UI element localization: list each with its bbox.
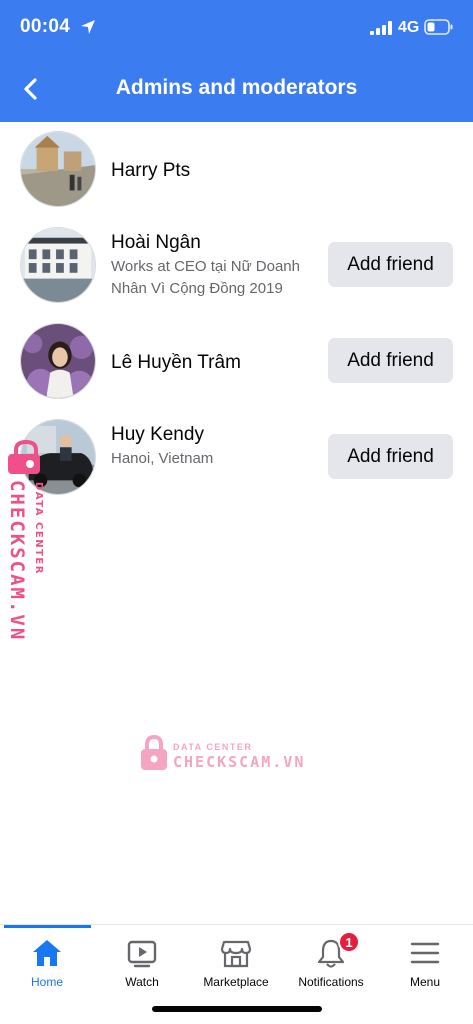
battery-icon (424, 19, 453, 35)
member-subtitle: Hanoi, Vietnam (111, 450, 214, 467)
nav-bar: Admins and moderators (0, 58, 473, 122)
add-friend-button[interactable]: Add friend (328, 338, 453, 383)
status-bar: 00:04 4G (0, 0, 473, 58)
tab-home[interactable]: Home (0, 925, 94, 995)
member-name[interactable]: Huy Kendy (111, 424, 204, 446)
watermark-vertical: CHECKSCAM.VN DATA CENTER (4, 440, 50, 642)
tab-marketplace[interactable]: Marketplace (189, 925, 283, 995)
member-name[interactable]: Hoài Ngân (111, 232, 201, 254)
menu-icon (410, 942, 440, 964)
member-name[interactable]: Harry Pts (111, 160, 190, 182)
home-icon (33, 940, 61, 966)
add-friend-button[interactable]: Add friend (328, 434, 453, 479)
add-friend-button[interactable]: Add friend (328, 242, 453, 287)
watermark-center: DATA CENTER CHECKSCAM.VN (140, 733, 310, 773)
home-indicator[interactable] (152, 1006, 322, 1012)
tab-label: Notifications (298, 975, 364, 989)
watermark-brand: CHECKSCAM.VN (6, 480, 28, 642)
tab-watch[interactable]: Watch (95, 925, 189, 995)
avatar[interactable] (20, 131, 96, 207)
member-subtitle: Works at CEO tại Nữ Doanh Nhân Vì Cộng Đ… (111, 258, 300, 297)
watermark-tag: DATA CENTER (173, 742, 253, 752)
list-item[interactable]: Lê Huyền Trâm Add friend (0, 314, 473, 410)
lock-icon (141, 735, 167, 770)
location-arrow-icon (81, 20, 95, 34)
list-item[interactable]: Huy Kendy Hanoi, Vietnam Add friend (0, 410, 473, 506)
tab-label: Home (30, 975, 63, 989)
status-time: 00:04 (20, 16, 71, 37)
watermark-brand: CHECKSCAM.VN (173, 753, 306, 771)
avatar-photo (21, 228, 95, 302)
watch-icon (127, 940, 157, 968)
header: 00:04 4G Admins and moderators (0, 0, 473, 122)
member-name[interactable]: Lê Huyền Trâm (111, 352, 241, 374)
tab-label: Watch (125, 975, 159, 989)
marketplace-icon (220, 940, 252, 968)
avatar[interactable] (20, 227, 96, 303)
avatar-photo (21, 324, 95, 398)
tab-menu[interactable]: Menu (378, 925, 472, 995)
avatar-photo (21, 132, 95, 206)
list-item[interactable]: Hoài Ngân Works at CEO tại Nữ Doanh Nhân… (0, 218, 473, 314)
page-title: Admins and moderators (115, 76, 358, 99)
watermark-tag: DATA CENTER (33, 482, 44, 575)
notification-badge: 1 (338, 931, 360, 953)
lock-icon (8, 440, 40, 474)
network-label: 4G (398, 19, 420, 36)
tab-notifications[interactable]: 1 Notifications (284, 925, 378, 995)
avatar[interactable] (20, 323, 96, 399)
list-item[interactable]: Harry Pts (0, 122, 473, 218)
signal-icon (370, 21, 392, 35)
tab-label: Marketplace (203, 975, 269, 989)
tab-label: Menu (409, 975, 441, 989)
